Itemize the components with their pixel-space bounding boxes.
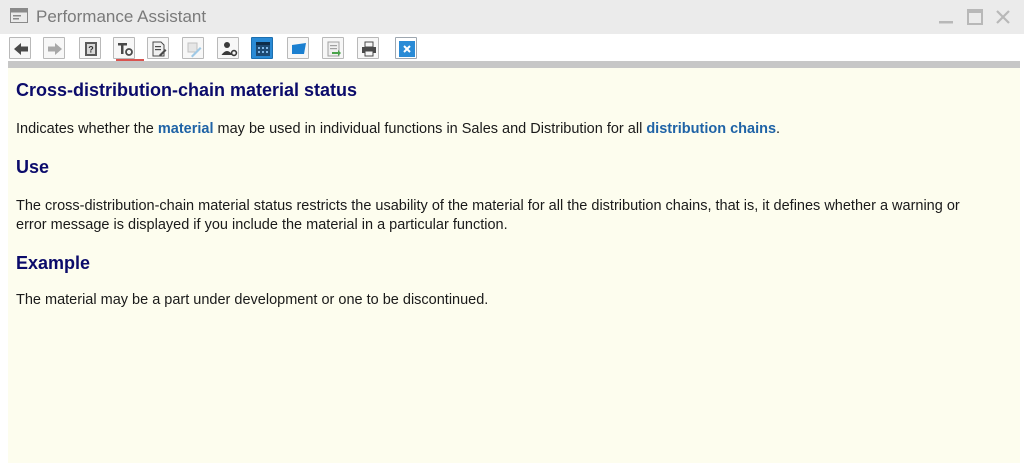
svg-text:?: ? — [88, 45, 94, 55]
use-heading: Use — [16, 157, 50, 177]
edit-document-button[interactable] — [147, 37, 169, 59]
arrow-right-icon — [48, 43, 62, 55]
splitter[interactable] — [8, 61, 1020, 76]
tools-icon — [118, 43, 133, 56]
highlight-button[interactable] — [287, 37, 309, 59]
book-question-icon: ? — [85, 42, 97, 56]
minimize-icon[interactable] — [937, 8, 955, 26]
document-edit-icon — [152, 41, 167, 57]
definition-part-2: may be used in individual functions in S… — [213, 121, 647, 137]
material-link[interactable]: material — [158, 121, 214, 137]
definition-part-1: Indicates whether the — [16, 121, 158, 137]
print-button[interactable] — [357, 37, 379, 59]
example-heading: Example — [16, 253, 91, 273]
window-title: Performance Assistant — [36, 7, 207, 26]
example-text: The material may be a part under develop… — [16, 292, 489, 308]
edit-disabled-button[interactable] — [182, 37, 204, 59]
definition-part-3: . — [776, 121, 781, 137]
close-icon — [399, 41, 415, 57]
document-arrow-icon — [327, 41, 341, 57]
title-bar: Performance Assistant — [0, 0, 1024, 34]
printer-icon — [362, 41, 376, 57]
user-wrench-icon — [221, 42, 238, 57]
maximize-icon[interactable] — [966, 8, 984, 26]
toolbar: ? — [0, 34, 1024, 61]
arrow-left-icon — [14, 43, 28, 55]
help-book-button[interactable]: ? — [79, 37, 101, 59]
use-text: The cross-distribution-chain material st… — [16, 198, 960, 233]
pencil-disabled-icon — [187, 42, 202, 58]
right-border — [1020, 61, 1024, 463]
calendar-button[interactable] — [251, 37, 273, 59]
user-settings-button[interactable] — [217, 37, 239, 59]
page-title: Cross-distribution-chain material status — [16, 80, 358, 100]
close-icon[interactable] — [994, 8, 1012, 26]
left-border — [0, 61, 8, 463]
distribution-chains-link[interactable]: distribution chains — [646, 121, 776, 137]
help-content: Cross-distribution-chain material status… — [8, 68, 1020, 463]
definition-text: Indicates whether the material may be us… — [16, 120, 991, 139]
marker-icon — [292, 43, 306, 54]
back-button[interactable] — [9, 37, 31, 59]
forward-button[interactable] — [43, 37, 65, 59]
calendar-icon — [256, 42, 270, 56]
splitter-grip-icon[interactable] — [509, 63, 539, 76]
close-help-button[interactable] — [395, 37, 417, 59]
document-transfer-button[interactable] — [322, 37, 344, 59]
technical-info-button[interactable] — [113, 37, 135, 59]
app-window-icon — [10, 8, 28, 23]
